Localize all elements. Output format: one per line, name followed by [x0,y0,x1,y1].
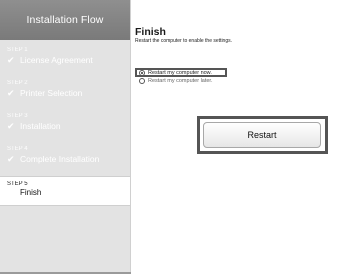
checkmark-icon: ✔ [7,121,15,131]
sidebar-title: Installation Flow [26,14,104,26]
restart-later-option[interactable]: Restart my computer later. [139,78,213,84]
step-number: STEP 3 [7,113,28,119]
step-label: Finish [20,188,42,197]
restart-button[interactable]: Restart [203,122,321,148]
checkmark-icon: ✔ [7,55,15,65]
step-label: License Agreement [20,55,93,65]
restart-now-label[interactable]: Restart my computer now. [148,70,212,76]
step-1: STEP 1 ✔ License Agreement [0,40,130,73]
step-2: STEP 2 ✔ Printer Selection [0,73,130,106]
page-subtitle: Restart the computer to enable the setti… [135,38,232,44]
step-number: STEP 1 [7,47,28,53]
step-label: Printer Selection [20,88,83,98]
step-5-current: STEP 5 Finish [0,176,130,206]
restart-later-label[interactable]: Restart my computer later. [148,78,213,84]
installation-sidebar: Installation Flow STEP 1 ✔ License Agree… [0,0,131,274]
checkmark-icon: ✔ [7,88,15,98]
main-content: Finish Restart the computer to enable th… [131,0,355,274]
radio-unselected-icon[interactable] [139,78,145,84]
page-title: Finish [135,26,166,38]
sidebar-header: Installation Flow [0,0,130,40]
checkmark-icon: ✔ [7,154,15,164]
step-3: STEP 3 ✔ Installation [0,106,130,139]
step-label: Installation [20,121,61,131]
step-number: STEP 2 [7,80,28,86]
step-4: STEP 4 ✔ Complete Installation [0,139,130,172]
radio-selected-icon[interactable] [139,70,145,76]
step-number: STEP 5 [7,181,28,187]
step-number: STEP 4 [7,146,28,152]
restart-now-option[interactable]: Restart my computer now. [139,70,212,76]
step-label: Complete Installation [20,154,100,164]
